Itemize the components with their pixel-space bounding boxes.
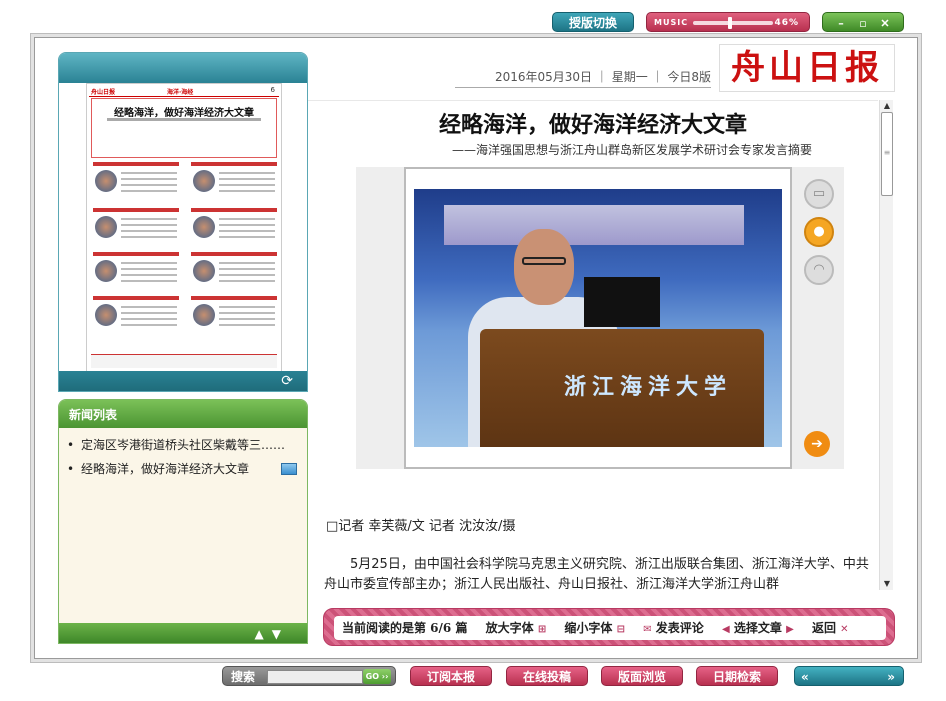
next-photo-icon[interactable]: ➔ (804, 431, 830, 457)
thumbnail-header (59, 53, 307, 83)
article-paragraph: 5月25日，由中国社会科学院马克思主义研究院、浙江出版联合集团、浙江海洋大学、中… (324, 557, 869, 592)
reader-frame: 舟山日报 海洋·海经 6 经略海洋，做好海洋经济大文章 ⟳ 新闻列表 定海区岑港… (34, 37, 918, 659)
thumb-section: 海洋·海经 (167, 89, 194, 96)
close-x-icon[interactable]: ✕ (840, 624, 848, 635)
plus-icon[interactable]: ⊞ (538, 624, 546, 635)
thumb-column (93, 208, 179, 248)
reading-toolbar: 当前阅读的是第 6/6 篇 放大字体 ⊞ 缩小字体 ⊟ ✉ 发表评论 ◀ 选择文… (323, 608, 895, 646)
article-byline: □记者 幸芙薇/文 记者 沈汝汝/摄 (326, 519, 516, 534)
article-area: 经略海洋，做好海洋经济大文章 ——海洋强国思想与浙江舟山群岛新区发展学术研讨会专… (308, 100, 878, 608)
headphones-icon[interactable]: ◠ (804, 255, 834, 285)
photo-backdrop (444, 205, 744, 245)
scroll-thumb[interactable]: ≡ (881, 112, 893, 196)
choose-article-button[interactable]: ◀ 选择文章 ▶ (722, 621, 794, 635)
article-subtitle: ——海洋强国思想与浙江舟山群岛新区发展学术研讨会专家发言摘要 (451, 143, 812, 157)
date-navigator: « » (794, 666, 904, 686)
thumb-column (93, 296, 179, 336)
comment-button[interactable]: ✉ 发表评论 (643, 621, 704, 635)
prev-date-icon[interactable]: « (801, 667, 809, 687)
thumb-column (191, 162, 277, 202)
thumb-column (93, 252, 179, 292)
thumb-column (191, 296, 277, 336)
photo-podium: 浙江海洋大学 (480, 329, 764, 447)
next-date-icon[interactable]: » (887, 667, 895, 687)
online-submit-button[interactable]: 在线投稿 (506, 666, 588, 686)
list-scroll-arrows-icon[interactable]: ▲▼ (255, 627, 289, 641)
mail-icon[interactable]: ✉ (643, 624, 651, 635)
photo-tools: ▭ ● ◠ (804, 179, 836, 293)
image-icon (281, 463, 297, 475)
thumb-column (191, 208, 277, 248)
person-icon[interactable]: ● (804, 217, 834, 247)
search-label: 搜索 (231, 670, 256, 684)
volume-slider-track[interactable] (693, 21, 773, 25)
article-title: 经略海洋，做好海洋经济大文章 (438, 112, 747, 138)
minimize-icon[interactable]: – (830, 14, 852, 34)
search-go-button[interactable]: GO ›› (363, 669, 391, 684)
thumb-column (191, 252, 277, 292)
page-thumbnail-panel: 舟山日报 海洋·海经 6 经略海洋，做好海洋经济大文章 ⟳ (58, 52, 308, 392)
news-list-item[interactable]: 经略海洋，做好海洋经济大文章 (67, 457, 301, 481)
page-browse-button[interactable]: 版面浏览 (601, 666, 683, 686)
photo-viewer: 浙江海洋大学 ▭ ● ◠ ➔ (356, 167, 844, 469)
window-controls: – ▫ ✕ (822, 12, 904, 32)
date-search-button[interactable]: 日期检索 (696, 666, 778, 686)
photo-scene: 浙江海洋大学 (414, 189, 782, 447)
news-list-title: 新闻列表 (59, 400, 307, 428)
choose-article-label[interactable]: 选择文章 (734, 621, 782, 635)
article-body: 5月25日，由中国社会科学院马克思主义研究院、浙江出版联合集团、浙江海洋大学、中… (324, 555, 876, 595)
photo-speaker-head (514, 229, 574, 305)
back-label[interactable]: 返回 (812, 621, 836, 635)
thumb-headline: 经略海洋，做好海洋经济大文章 (114, 108, 254, 119)
newspaper-page-thumbnail[interactable]: 舟山日报 海洋·海经 6 经略海洋，做好海洋经济大文章 (86, 83, 282, 373)
thumbnail-footer: ⟳ (59, 371, 307, 391)
photo-glasses (522, 257, 566, 265)
enlarge-font-label[interactable]: 放大字体 (486, 621, 534, 635)
article-photo[interactable]: 浙江海洋大学 (404, 167, 792, 469)
refresh-icon[interactable]: ⟳ (281, 373, 293, 389)
dateline: 2016年05月30日 ｜ 星期一 ｜ 今日8版 (455, 68, 711, 88)
reading-toolbar-inner: 当前阅读的是第 6/6 篇 放大字体 ⊞ 缩小字体 ⊟ ✉ 发表评论 ◀ 选择文… (334, 616, 886, 640)
video-icon[interactable]: ▭ (804, 179, 834, 209)
music-control: MUSIC 46% (646, 12, 810, 32)
podium-text: 浙江海洋大学 (564, 374, 733, 400)
subscribe-button[interactable]: 订阅本报 (410, 666, 492, 686)
layout-switch-button[interactable]: 授版切换 (552, 12, 634, 32)
article-scrollbar[interactable]: ▲ ≡ ▼ (879, 100, 893, 590)
music-label: MUSIC (654, 18, 689, 27)
prev-arrow-icon[interactable]: ◀ (722, 624, 730, 635)
photo-laptop (584, 277, 660, 327)
close-icon[interactable]: ✕ (874, 14, 896, 34)
next-arrow-icon[interactable]: ▶ (786, 624, 794, 635)
news-list-footer: ▲▼ (59, 623, 307, 643)
search-bar: 搜索 GO ›› (222, 666, 396, 686)
minus-icon[interactable]: ⊟ (617, 624, 625, 635)
news-item-label[interactable]: 经略海洋，做好海洋经济大文章 (81, 462, 249, 476)
search-input[interactable] (267, 670, 363, 684)
volume-percent: 46% (774, 18, 799, 28)
back-button[interactable]: 返回 ✕ (812, 621, 849, 635)
thumb-rule (89, 96, 279, 97)
thumb-page-number: 6 (270, 86, 275, 94)
enlarge-font-button[interactable]: 放大字体 ⊞ (486, 621, 547, 635)
newspaper-logo: 舟山日报 (719, 44, 895, 92)
issue-weekday: 星期一 (611, 70, 648, 84)
issue-date: 2016年05月30日 (494, 70, 593, 84)
reading-position: 当前阅读的是第 6/6 篇 (342, 621, 468, 635)
news-list-panel: 新闻列表 定海区岑港街道桥头社区柴戴等三…… 经略海洋，做好海洋经济大文章 ▲▼ (58, 399, 308, 644)
edition-count: 今日8版 (667, 70, 711, 84)
thumb-column (93, 162, 179, 202)
scroll-down-icon[interactable]: ▼ (880, 578, 894, 590)
scroll-up-icon[interactable]: ▲ (880, 100, 894, 112)
comment-label[interactable]: 发表评论 (656, 621, 704, 635)
shrink-font-button[interactable]: 缩小字体 ⊟ (564, 621, 625, 635)
news-list-item[interactable]: 定海区岑港街道桥头社区柴戴等三…… (67, 433, 301, 457)
thumb-advert-strip (91, 354, 277, 368)
volume-slider-thumb[interactable] (727, 17, 732, 29)
restore-icon[interactable]: ▫ (852, 14, 874, 34)
shrink-font-label[interactable]: 缩小字体 (564, 621, 612, 635)
thumb-subheadline (107, 118, 261, 121)
news-item-label[interactable]: 定海区岑港街道桥头社区柴戴等三…… (81, 438, 285, 452)
thumb-masthead: 舟山日报 (91, 89, 116, 96)
